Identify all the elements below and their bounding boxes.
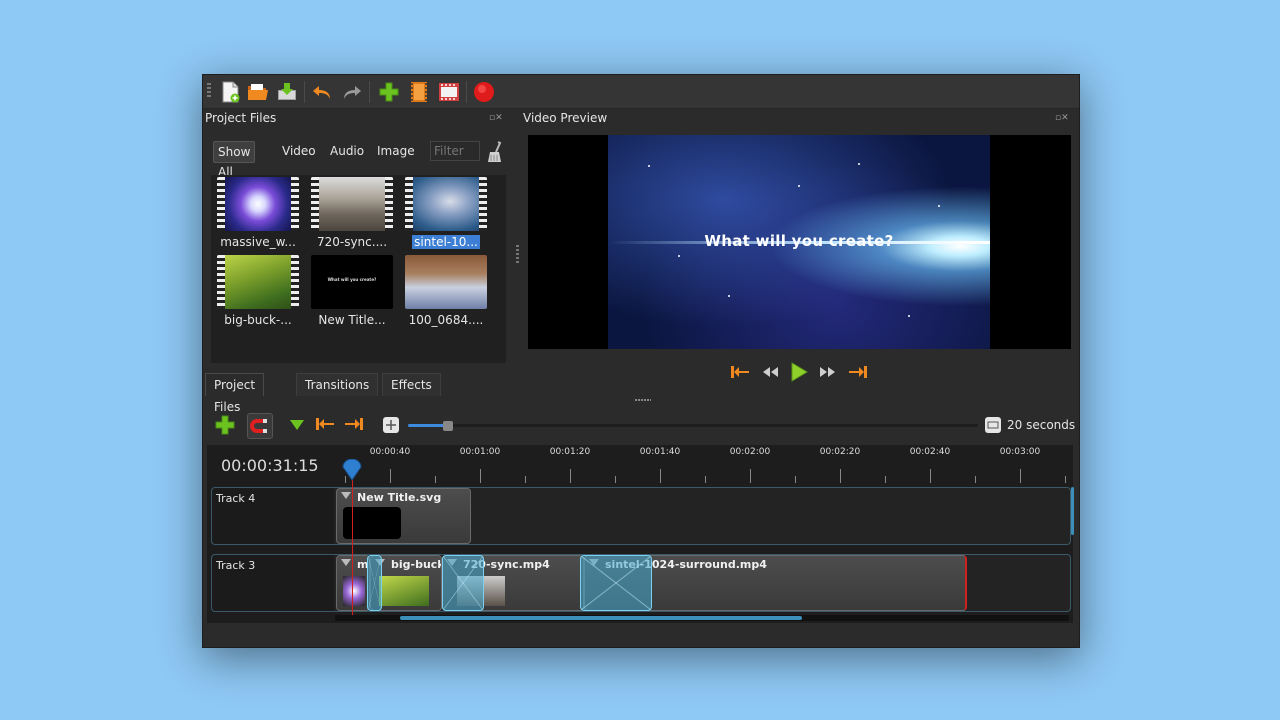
jump-end-icon[interactable] [846, 361, 870, 383]
filter-image[interactable]: Image [373, 141, 419, 161]
add-track-icon[interactable] [215, 415, 235, 435]
zoom-fit-icon[interactable] [985, 417, 1001, 433]
zoom-slider-handle[interactable] [443, 421, 453, 431]
project-files-list: massive_w... 720-sync.... sintel-10... b… [211, 175, 506, 363]
redo-icon[interactable] [339, 79, 365, 105]
jump-start-icon[interactable] [728, 361, 752, 383]
clip-name: New Title.svg [357, 491, 442, 504]
filter-audio[interactable]: Audio [326, 141, 368, 161]
panel-float-close-icon[interactable]: ▫✕ [1055, 113, 1075, 123]
ruler-label: 00:02:00 [729, 447, 771, 457]
ruler-label: 00:03:00 [999, 447, 1041, 457]
file-thumbnail [311, 177, 393, 231]
clip-menu-icon[interactable] [341, 559, 351, 566]
playhead-line [352, 477, 353, 617]
clip-thumbnail [343, 576, 365, 606]
open-project-icon[interactable] [245, 79, 271, 105]
file-item[interactable]: big-buck-... [213, 253, 303, 329]
file-item[interactable]: 100_0684.... [401, 253, 491, 329]
timeline-ruler[interactable]: 00:00:40 00:01:00 00:01:20 00:01:40 00:0… [335, 445, 1069, 485]
file-item[interactable]: 720-sync.... [307, 175, 397, 251]
main-toolbar [203, 75, 1079, 109]
fullscreen-icon[interactable] [436, 79, 462, 105]
clip-massive[interactable]: m [336, 555, 370, 611]
video-preview-title: Video Preview [523, 111, 608, 125]
new-project-icon[interactable] [218, 79, 244, 105]
file-label: sintel-10... [412, 235, 480, 249]
rewind-icon[interactable] [758, 361, 782, 383]
project-files-title: Project Files [205, 111, 277, 125]
file-item[interactable]: What will you create? New Title... [307, 253, 397, 329]
zoom-label: 20 seconds [1007, 418, 1076, 432]
toolbar-grip[interactable] [207, 83, 211, 99]
new-title-thumb-text: What will you create? [327, 277, 377, 282]
track-4[interactable]: Track 4 New Title.svg [211, 487, 1071, 545]
ruler-label: 00:01:00 [459, 447, 501, 457]
ruler-label: 00:01:40 [639, 447, 681, 457]
clip-name: big-buck- [391, 558, 441, 571]
undo-icon[interactable] [309, 79, 335, 105]
preview-overlay-text: What will you create? [704, 232, 894, 250]
track-3[interactable]: Track 3 m big-buck- 720-sync.mp4 sintel-… [211, 554, 1071, 612]
panel-float-close-icon[interactable]: ▫✕ [489, 113, 509, 123]
play-icon[interactable] [787, 361, 811, 383]
import-files-icon[interactable] [376, 79, 402, 105]
file-item[interactable]: sintel-10... [401, 175, 491, 251]
ruler-label: 00:02:20 [819, 447, 861, 457]
center-timeline-icon[interactable] [383, 417, 399, 433]
filter-input[interactable] [430, 141, 480, 161]
clear-filter-icon[interactable] [486, 141, 506, 162]
file-thumbnail [217, 255, 299, 309]
ruler-label: 00:02:40 [909, 447, 951, 457]
add-marker-icon[interactable] [289, 417, 305, 431]
openshot-window: Project Files ▫✕ Show All Video Audio Im… [202, 74, 1080, 648]
vertical-scrollbar[interactable] [1071, 487, 1074, 535]
timeline-scrollbar[interactable] [335, 615, 1069, 621]
file-item[interactable]: massive_w... [213, 175, 303, 251]
timeline: 00:00:31:15 00:00:40 00:01:00 00:01:20 0… [207, 445, 1074, 623]
zoom-slider[interactable] [408, 424, 978, 427]
file-thumbnail [405, 255, 487, 309]
next-marker-icon[interactable] [344, 416, 366, 432]
filter-show-all[interactable]: Show All [213, 141, 256, 179]
previous-marker-icon[interactable] [315, 416, 337, 432]
save-project-icon[interactable] [274, 79, 300, 105]
video-preview: What will you create? [528, 135, 1071, 349]
file-label: 100_0684.... [408, 313, 484, 327]
export-video-icon[interactable] [471, 79, 497, 105]
transition[interactable] [442, 555, 484, 611]
scrollbar-thumb[interactable] [400, 616, 802, 620]
track-name: Track 3 [212, 555, 334, 611]
file-label: 720-sync.... [316, 235, 388, 249]
file-thumbnail [217, 177, 299, 231]
transition[interactable] [367, 555, 382, 611]
ruler-label: 00:01:20 [549, 447, 591, 457]
clip-new-title[interactable]: New Title.svg [336, 488, 471, 544]
snapping-toggle-icon[interactable] [247, 413, 273, 439]
clip-menu-icon[interactable] [341, 492, 351, 499]
tab-project-files[interactable]: Project Files [205, 373, 265, 414]
file-label: New Title... [318, 313, 386, 327]
time-readout: 00:00:31:15 [221, 456, 319, 475]
vertical-splitter[interactable] [516, 245, 519, 265]
file-label: big-buck-... [224, 313, 292, 327]
file-thumbnail: What will you create? [311, 255, 393, 309]
horizontal-splitter[interactable] [635, 399, 651, 401]
choose-profile-icon[interactable] [406, 79, 432, 105]
tab-transitions[interactable]: Transitions [296, 373, 379, 396]
preview-frame: What will you create? [608, 135, 990, 349]
file-thumbnail [405, 177, 487, 231]
clip-thumbnail [379, 576, 429, 606]
ruler-label: 00:00:40 [369, 447, 411, 457]
playhead-handle[interactable] [341, 458, 363, 481]
filter-video[interactable]: Video [278, 141, 320, 161]
transition[interactable] [580, 555, 652, 611]
file-label: massive_w... [220, 235, 296, 249]
fast-forward-icon[interactable] [816, 361, 840, 383]
track-name: Track 4 [212, 488, 334, 544]
tab-effects[interactable]: Effects [382, 373, 441, 396]
